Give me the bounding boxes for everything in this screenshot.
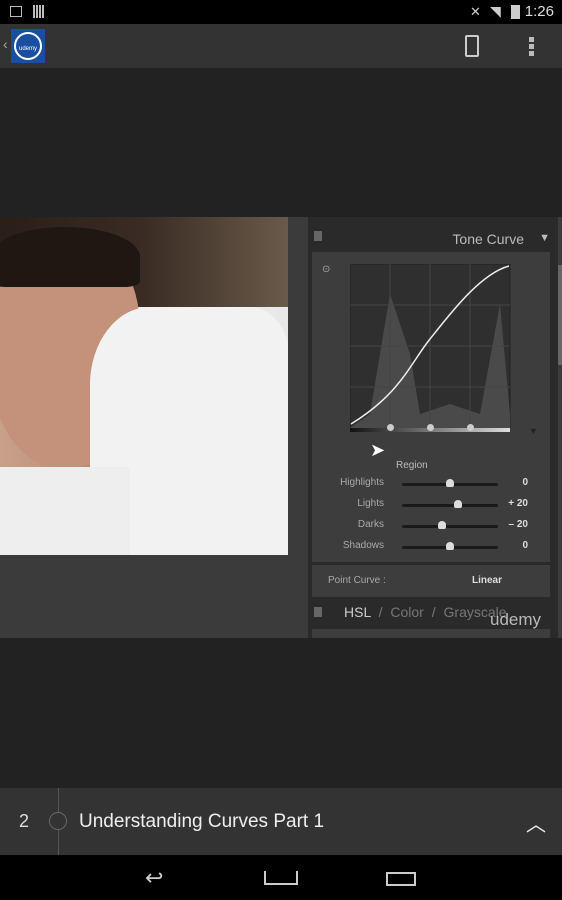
udemy-watermark: udemy — [490, 610, 542, 629]
split-handle[interactable] — [467, 424, 474, 431]
point-curve-select[interactable]: Linear — [472, 575, 502, 586]
channel-triangle-icon: ▼ — [529, 426, 538, 436]
clock: 1:26 — [524, 3, 554, 20]
barcode-icon — [33, 5, 45, 18]
back-chevron-icon[interactable]: ‹ — [3, 36, 8, 52]
back-icon[interactable]: ↩ — [145, 865, 163, 891]
split-handle[interactable] — [427, 424, 434, 431]
panel-toggle-icon — [314, 231, 322, 241]
udemy-logo[interactable]: udemy — [11, 29, 45, 63]
tablet-icon[interactable] — [465, 35, 479, 57]
wifi-icon: ◥ — [490, 3, 501, 19]
action-bar: ‹ udemy — [0, 24, 562, 68]
panel-title: Tone Curve — [452, 231, 524, 247]
target-adjust-icon: ⊙ — [322, 264, 331, 275]
tone-curve-graph — [350, 264, 511, 432]
hsl-tabs[interactable]: HSL / Color / Grayscale — [344, 604, 507, 620]
collapse-triangle-icon: ▼ — [539, 232, 550, 244]
battery-charging-icon — [511, 5, 520, 19]
region-label: Region — [396, 460, 428, 471]
mute-icon: ✕ — [470, 4, 481, 19]
expand-chevron-icon[interactable]: ︿ — [526, 808, 546, 837]
portrait-photo — [0, 217, 288, 555]
home-icon[interactable] — [264, 871, 298, 885]
progress-circle-icon — [49, 812, 67, 830]
picture-icon — [10, 6, 22, 17]
lecture-number: 2 — [19, 811, 30, 831]
scrollbar[interactable] — [558, 265, 562, 365]
mouse-cursor-icon: ➤ — [370, 440, 386, 460]
panel-toggle-icon — [314, 607, 322, 617]
split-handle[interactable] — [387, 424, 394, 431]
nav-bar: ↩ — [0, 855, 562, 900]
overflow-menu-icon[interactable] — [529, 37, 534, 56]
recents-icon[interactable] — [386, 872, 416, 886]
status-bar: ✕ ◥ 1:26 — [0, 0, 562, 24]
lightroom-panel: Tone Curve ▼ ⊙ ▼ Region Highlights 0 Ligh… — [308, 217, 558, 638]
point-curve-row[interactable]: Point Curve : Linear — [312, 565, 550, 597]
lecture-title: Understanding Curves Part 1 — [79, 811, 325, 832]
lecture-bar[interactable]: 2 Understanding Curves Part 1 ︿ — [0, 788, 562, 855]
